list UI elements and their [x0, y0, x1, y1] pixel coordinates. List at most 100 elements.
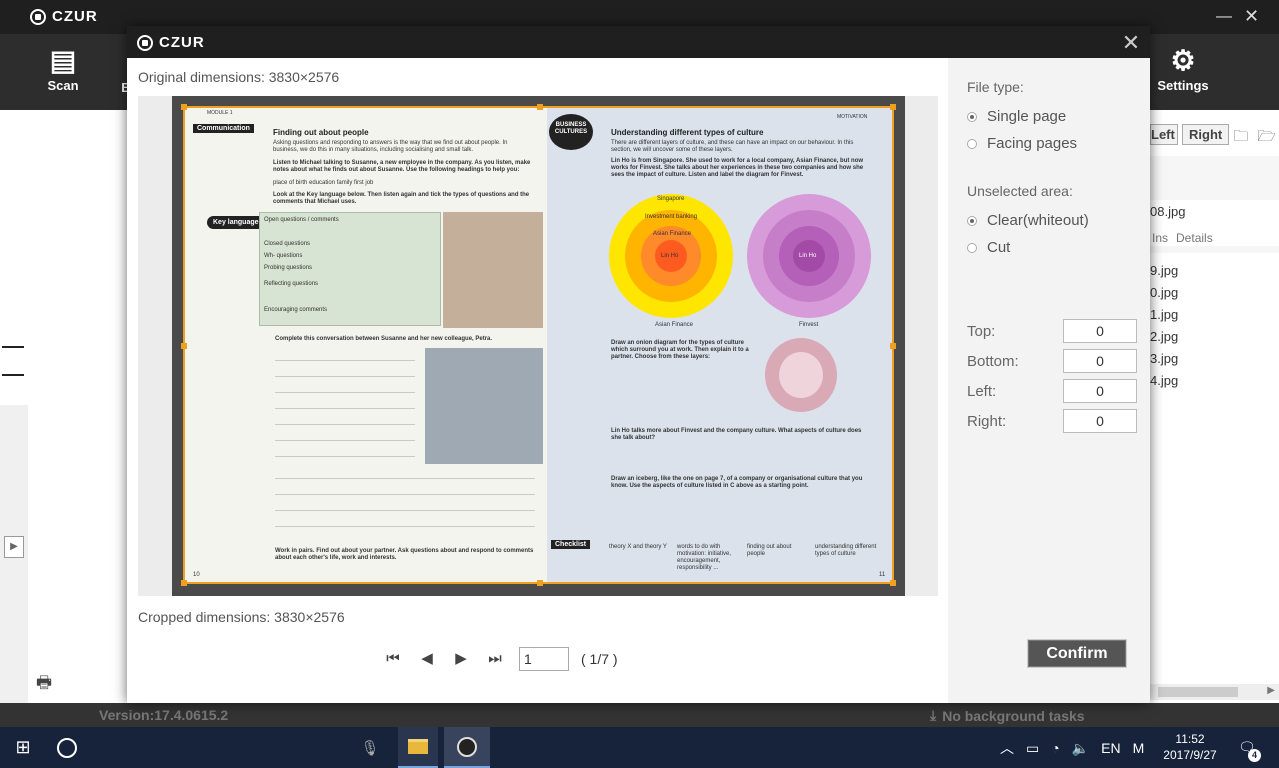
radio-clear-whiteout[interactable]: Clear(whiteout): [967, 212, 1089, 229]
app-brand: CZUR: [52, 8, 98, 25]
radio-unselected-icon[interactable]: [967, 242, 977, 253]
network-icon[interactable]: ◔: [1051, 740, 1059, 756]
clock-time: 11:52: [1175, 732, 1205, 746]
scroll-right-icon[interactable]: ▶: [1267, 685, 1275, 696]
clock-date: 2017/9/27: [1163, 748, 1217, 762]
crop-options-panel: File type: Single page Facing pages Unse…: [948, 58, 1150, 703]
czur-logo-icon: [30, 8, 46, 25]
column-details[interactable]: Details: [1176, 231, 1213, 245]
list-item[interactable]: 3.jpg: [1150, 348, 1178, 370]
radio-label: Facing pages: [987, 135, 1078, 152]
crop-handle-top-right[interactable]: [890, 104, 896, 110]
tab-right[interactable]: Right: [1182, 123, 1230, 145]
radio-selected-icon[interactable]: [967, 215, 977, 226]
language-indicator[interactable]: EN: [1101, 740, 1120, 756]
list-item[interactable]: 0.jpg: [1150, 282, 1178, 304]
horizontal-scrollbar[interactable]: ▶: [1150, 684, 1279, 700]
radio-cut[interactable]: Cut: [967, 239, 1010, 256]
radio-facing-pages[interactable]: Facing pages: [967, 135, 1077, 152]
radio-selected-icon[interactable]: [967, 111, 977, 122]
file-explorer-button[interactable]: [398, 727, 438, 768]
margin-left-row: Left:: [967, 379, 1137, 403]
clock[interactable]: 11:52 2017/9/27: [1155, 731, 1225, 763]
view-tabs: Left Right 🗀 🗁: [1150, 122, 1279, 146]
download-icon: ⤓: [930, 707, 937, 723]
dialog-close-button[interactable]: ✕: [1121, 30, 1141, 56]
ime-indicator[interactable]: M: [1133, 740, 1145, 756]
play-icon[interactable]: ▶: [4, 536, 24, 558]
scrollbar-thumb[interactable]: [1158, 687, 1238, 697]
system-tray: ︿ ▭ ◔ 🔈 EN M: [1000, 738, 1144, 758]
margin-right-input[interactable]: [1063, 409, 1137, 433]
cortana-icon: [57, 737, 77, 758]
margin-bottom-label: Bottom:: [967, 352, 1019, 370]
volume-icon[interactable]: 🔈: [1072, 740, 1089, 757]
crop-tool-icon[interactable]: [2, 346, 24, 376]
czur-taskbar-button[interactable]: [444, 727, 490, 768]
file-panel: Left Right 🗀 🗁 08.jpg Ins Details 9.jpg …: [1150, 110, 1279, 705]
scanned-book-image: MODULE 1 Communication Finding out about…: [172, 96, 905, 596]
notification-count-badge: 4: [1248, 749, 1261, 762]
minimize-button[interactable]: —: [1216, 8, 1232, 26]
radio-single-page[interactable]: Single page: [967, 108, 1066, 125]
list-item[interactable]: 4.jpg: [1150, 370, 1178, 392]
page-navigator: ⏮ ◀ ▶ ⏭ ( 1/7 ): [383, 647, 618, 671]
scan-icon: ▤: [49, 45, 77, 76]
windows-taskbar: ⊞ 🎙 ︿ ▭ ◔ 🔈 EN M 11:52 2017/9/27 🗨 4: [0, 727, 1279, 768]
folder-add-icon[interactable]: 🗀: [1233, 126, 1253, 145]
margin-top-input[interactable]: [1063, 319, 1137, 343]
gear-icon: ⚙: [1170, 45, 1196, 76]
radio-unselected-icon[interactable]: [967, 138, 977, 149]
list-item[interactable]: 2.jpg: [1150, 326, 1178, 348]
margin-right-row: Right:: [967, 409, 1137, 433]
previous-page-icon[interactable]: ◀: [417, 649, 437, 669]
chevron-up-icon[interactable]: ︿: [1000, 738, 1014, 758]
settings-label: Settings: [1157, 78, 1209, 93]
file-list-columns: Ins Details: [1152, 231, 1213, 245]
folder-open-icon[interactable]: 🗁: [1257, 126, 1277, 145]
settings-button[interactable]: ⚙ Settings: [1150, 44, 1216, 93]
crop-handle-top-left[interactable]: [181, 104, 187, 110]
last-page-icon[interactable]: ⏭: [485, 649, 505, 669]
list-item[interactable]: 1.jpg: [1150, 304, 1178, 326]
microphone-icon[interactable]: 🎙: [358, 727, 382, 768]
app-close-button[interactable]: ✕: [1244, 6, 1259, 27]
battery-icon[interactable]: ▭: [1026, 740, 1039, 757]
margin-bottom-row: Bottom:: [967, 349, 1137, 373]
crop-handle-right[interactable]: [890, 343, 896, 349]
crop-handle-top[interactable]: [537, 104, 543, 110]
page-number-input[interactable]: [519, 647, 569, 671]
radio-label: Cut: [987, 239, 1011, 256]
crop-handle-bottom[interactable]: [537, 580, 543, 586]
first-page-icon[interactable]: ⏮: [383, 649, 403, 669]
page-total: ( 1/7 ): [581, 651, 618, 667]
crop-dialog: CZUR ✕ Original dimensions: 3830×2576 MO…: [127, 26, 1150, 703]
tab-left[interactable]: Left: [1150, 123, 1178, 145]
windows-logo-icon: ⊞: [15, 737, 31, 757]
image-preview: MODULE 1 Communication Finding out about…: [138, 96, 938, 596]
list-item[interactable]: 9.jpg: [1150, 260, 1178, 282]
scan-button[interactable]: ▤ Scan: [40, 44, 86, 93]
unselected-area-label: Unselected area:: [967, 183, 1073, 199]
radio-label: Single page: [987, 108, 1067, 125]
dialog-titlebar: CZUR ✕: [127, 26, 1150, 58]
margin-left-input[interactable]: [1063, 379, 1137, 403]
start-button[interactable]: ⊞: [0, 727, 46, 768]
crop-handle-bottom-left[interactable]: [181, 580, 187, 586]
radio-label: Clear(whiteout): [987, 212, 1089, 229]
column-ins[interactable]: Ins: [1152, 231, 1168, 245]
margin-bottom-input[interactable]: [1063, 349, 1137, 373]
folder-icon: [408, 739, 428, 754]
crop-frame[interactable]: [181, 104, 896, 586]
background-tasks: ⤓ No background tasks: [930, 707, 1085, 724]
print-icon[interactable]: 🖶: [36, 670, 52, 699]
selected-file-name: 08.jpg: [1150, 204, 1186, 219]
czur-app-icon: [457, 736, 477, 757]
next-page-icon[interactable]: ▶: [451, 649, 471, 669]
cortana-button[interactable]: [52, 727, 82, 768]
confirm-button[interactable]: Confirm: [1028, 640, 1126, 667]
crop-handle-left[interactable]: [181, 343, 187, 349]
dialog-brand: CZUR: [159, 34, 205, 51]
left-lower-panel: [0, 405, 28, 727]
crop-handle-bottom-right[interactable]: [890, 580, 896, 586]
